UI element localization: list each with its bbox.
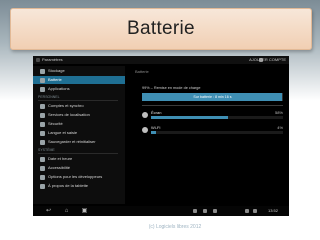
wifi-status-icon (245, 209, 249, 213)
sidebar-item-label: Comptes et synchro (48, 103, 84, 108)
storage-icon (40, 68, 45, 74)
notification-icon[interactable] (193, 209, 197, 213)
settings-icon (36, 58, 40, 62)
tablet-screenshot: Paramètres AJOUTER COMPTE Stockage Batte… (33, 56, 289, 216)
sidebar-item-date-time[interactable]: Date et heure (33, 155, 125, 163)
sidebar-item-battery[interactable]: Batterie (33, 76, 125, 84)
battery-history-graph[interactable]: Sur batterie : 8 min 16 s (142, 93, 283, 101)
battery-panel: Batterie 99% – Remise en mode de charge … (130, 66, 286, 204)
back-icon[interactable]: ↩ (45, 208, 52, 214)
usage-row-screen[interactable]: Écran 58% (142, 110, 283, 123)
panel-title: Batterie (135, 69, 149, 74)
info-icon (40, 183, 45, 189)
usage-bar-track (151, 131, 283, 134)
battery-time-label: Sur batterie : 8 min 16 s (193, 95, 232, 99)
sidebar-item-label: Date et heure (48, 156, 73, 161)
usage-bar-fill (151, 116, 228, 119)
notification-icon[interactable] (203, 209, 207, 213)
apps-icon (40, 86, 45, 92)
home-icon[interactable]: ⌂ (63, 208, 70, 214)
sidebar-item-label: Options pour les développeurs (48, 174, 103, 179)
screen-icon (142, 112, 148, 118)
sidebar-item-label: Langue et saisie (48, 130, 78, 135)
backup-icon (40, 139, 45, 145)
divider (142, 105, 283, 106)
location-icon (40, 112, 45, 118)
notification-icon[interactable] (213, 209, 217, 213)
sidebar-item-accounts-sync[interactable]: Comptes et synchro (33, 102, 125, 110)
sidebar-item-label: Applications (48, 86, 70, 91)
usage-bar-fill (151, 131, 157, 134)
clock-icon (40, 156, 45, 162)
clock[interactable]: 13:52 (268, 206, 278, 216)
sidebar-item-label: Sauvegarder et réinitialiser (48, 139, 96, 144)
usage-percent: 58% (274, 110, 283, 115)
section-header-personal: PERSONNEL (38, 94, 118, 101)
sidebar-item-language[interactable]: Langue et saisie (33, 129, 125, 137)
sidebar-item-storage[interactable]: Stockage (33, 67, 125, 75)
sidebar-item-accessibility[interactable]: Accessibilité (33, 164, 125, 172)
wifi-icon (142, 127, 148, 133)
sidebar-item-label: À propos de la tablette (48, 183, 89, 188)
usage-name: Écran (151, 110, 162, 115)
accessibility-icon (40, 165, 45, 171)
sidebar-item-label: Stockage (48, 68, 65, 73)
sync-icon (40, 103, 45, 109)
sidebar-item-security[interactable]: Sécurité (33, 120, 125, 128)
sidebar-item-about[interactable]: À propos de la tablette (33, 182, 125, 190)
system-navbar: ↩ ⌂ ▣ 13:52 (33, 206, 289, 216)
developer-icon (40, 174, 45, 180)
sidebar-item-label: Services de localisation (48, 112, 90, 117)
recent-apps-icon[interactable]: ▣ (81, 208, 88, 214)
action-bar: Paramètres AJOUTER COMPTE (33, 56, 289, 64)
usage-bar-track (151, 116, 283, 119)
add-account-button[interactable]: AJOUTER COMPTE (249, 56, 286, 64)
sidebar-item-location[interactable]: Services de localisation (33, 111, 125, 119)
sidebar-item-apps[interactable]: Applications (33, 85, 125, 93)
usage-row-wifi[interactable]: Wi-Fi 4% (142, 125, 283, 138)
sidebar-item-label: Sécurité (48, 121, 63, 126)
sidebar-item-label: Accessibilité (48, 165, 71, 170)
sidebar-item-developer[interactable]: Options pour les développeurs (33, 173, 125, 181)
slide-footer: (c) Logiciels libres 2012 (148, 224, 202, 230)
app-title: Paramètres (42, 57, 63, 62)
sidebar-item-backup[interactable]: Sauvegarder et réinitialiser (33, 138, 125, 146)
sidebar-item-label: Batterie (48, 77, 62, 82)
lock-icon (40, 121, 45, 127)
usage-percent: 4% (277, 125, 283, 130)
battery-status-icon (253, 209, 257, 213)
settings-sidebar: Stockage Batterie Applications PERSONNEL… (33, 66, 125, 204)
usage-name: Wi-Fi (151, 125, 161, 130)
battery-icon (40, 77, 45, 83)
slide-title: Batterie (10, 8, 312, 50)
keyboard-icon (40, 130, 45, 136)
section-header-system: SYSTÈME (38, 147, 118, 154)
battery-status: 99% – Remise en mode de charge (142, 86, 201, 90)
